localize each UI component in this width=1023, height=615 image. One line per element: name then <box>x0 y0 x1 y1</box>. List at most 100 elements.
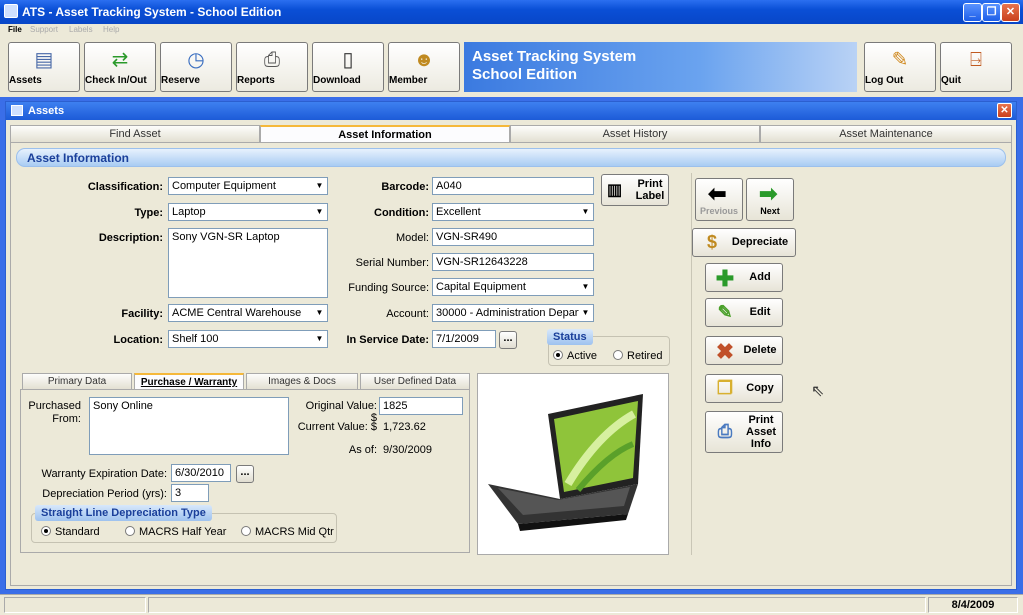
check-in-out-label: Check In/Out <box>85 75 147 86</box>
window-title-bar: ATS - Asset Tracking System - School Edi… <box>0 0 1023 24</box>
model-field[interactable]: VGN-SR490 <box>432 228 594 246</box>
product-banner: Asset Tracking System School Edition <box>464 42 857 92</box>
money-bag-icon: $ <box>706 232 717 252</box>
menu-help[interactable]: Help <box>103 25 119 34</box>
purchased-from-label: Purchased From: <box>28 400 81 425</box>
status-cell-2 <box>148 597 926 613</box>
add-button[interactable]: ✚ Add <box>705 263 783 292</box>
description-textarea[interactable]: Sony VGN-SR Laptop <box>168 228 328 298</box>
plus-icon: ✚ <box>715 266 735 291</box>
reserve-button[interactable]: ◷ Reserve <box>160 42 232 92</box>
original-value-field[interactable]: 1825 <box>379 397 463 415</box>
subtab-primary-data[interactable]: Primary Data <box>22 373 132 389</box>
member-label: Member <box>389 75 428 86</box>
status-title: Status <box>547 329 593 345</box>
classification-select[interactable]: Computer Equipment ▼ <box>168 177 328 195</box>
funding-select[interactable]: Capital Equipment ▼ <box>432 278 594 296</box>
description-label: Description: <box>98 232 163 244</box>
reserve-icon: ◷ <box>187 49 205 71</box>
delete-button[interactable]: ✖ Delete <box>705 336 783 365</box>
barcode-field[interactable]: A040 <box>432 177 594 195</box>
tab-asset-information[interactable]: Asset Information <box>260 125 510 142</box>
status-retired-radio[interactable]: Retired <box>613 350 662 362</box>
warranty-date-picker-button[interactable]: ... <box>236 465 254 483</box>
download-button[interactable]: ▯ Download <box>312 42 384 92</box>
subtab-purchase-warranty[interactable]: Purchase / Warranty <box>134 373 244 389</box>
serial-field[interactable]: VGN-SR12643228 <box>432 253 594 271</box>
as-of-label: As of: <box>348 444 377 456</box>
quit-button[interactable]: ⍈ Quit <box>940 42 1012 92</box>
print-asset-info-button[interactable]: ⎙ Print Asset Info <box>705 411 783 453</box>
handheld-icon: ▯ <box>342 49 354 71</box>
asset-image <box>477 373 669 555</box>
previous-button[interactable]: ⬅ Previous <box>695 178 743 221</box>
reports-button[interactable]: ⎙ Reports <box>236 42 308 92</box>
condition-value: Excellent <box>436 206 481 218</box>
menu-file[interactable]: File <box>8 25 22 34</box>
reports-label: Reports <box>237 75 275 86</box>
assets-icon: ▤ <box>34 49 54 71</box>
classification-value: Computer Equipment <box>172 180 276 192</box>
logout-icon: ✎ <box>891 49 909 71</box>
depreciation-period-field[interactable]: 3 <box>171 484 209 502</box>
banner-line1: Asset Tracking System <box>472 48 637 65</box>
status-active-label: Active <box>567 350 597 362</box>
purchase-warranty-panel: Purchased From: Sony Online Original Val… <box>20 389 470 553</box>
assets-window: Assets ✕ Find Asset Asset Information As… <box>5 101 1017 590</box>
warranty-date-field[interactable]: 6/30/2010 <box>171 464 231 482</box>
macrs-mid-qtr-radio[interactable]: MACRS Mid Qtr <box>241 526 334 538</box>
tab-asset-history[interactable]: Asset History <box>510 125 760 142</box>
type-select[interactable]: Laptop ▼ <box>168 203 328 221</box>
account-label: Account: <box>386 308 429 320</box>
assets-button[interactable]: ▤ Assets <box>8 42 80 92</box>
depreciate-label: Depreciate <box>731 236 789 248</box>
macrs-half-year-label: MACRS Half Year <box>139 526 227 538</box>
laptop-image <box>488 394 643 531</box>
current-value-label: Current Value: $ <box>297 421 377 433</box>
menu-labels[interactable]: Labels <box>69 25 93 34</box>
previous-label: Previous <box>699 206 739 216</box>
exit-door-icon: ⍈ <box>970 49 982 71</box>
macrs-half-year-radio[interactable]: MACRS Half Year <box>125 526 226 538</box>
inservice-date-picker-button[interactable]: ... <box>499 331 517 349</box>
account-select[interactable]: 30000 - Administration Departm ▼ <box>432 304 594 322</box>
tab-asset-maintenance[interactable]: Asset Maintenance <box>760 125 1012 142</box>
add-label: Add <box>749 271 771 283</box>
copy-button[interactable]: ❐ Copy <box>705 374 783 403</box>
subtab-images-docs[interactable]: Images & Docs <box>246 373 358 389</box>
tab-find-asset[interactable]: Find Asset <box>10 125 260 142</box>
logout-button[interactable]: ✎ Log Out <box>864 42 936 92</box>
facility-select[interactable]: ACME Central Warehouse ▼ <box>168 304 328 322</box>
status-active-radio[interactable]: Active <box>553 350 597 362</box>
check-in-out-button[interactable]: ⇄ Check In/Out <box>84 42 156 92</box>
facility-label: Facility: <box>121 308 163 320</box>
location-label: Location: <box>113 334 164 346</box>
subtab-user-defined-data[interactable]: User Defined Data <box>360 373 470 389</box>
window-title: ATS - Asset Tracking System - School Edi… <box>22 5 282 19</box>
chevron-down-icon: ▼ <box>579 280 592 294</box>
inservice-date-field[interactable]: 7/1/2009 <box>432 330 496 348</box>
next-button[interactable]: ➡ Next <box>746 178 794 221</box>
menu-support[interactable]: Support <box>30 25 58 34</box>
depreciate-button[interactable]: $ Depreciate <box>692 228 796 257</box>
delete-label: Delete <box>743 344 777 356</box>
restore-button[interactable]: ❐ <box>982 3 1001 22</box>
assets-window-close-button[interactable]: ✕ <box>997 103 1012 118</box>
current-value: 1,723.62 <box>383 421 426 433</box>
copy-folders-icon: ❐ <box>716 378 734 398</box>
close-button[interactable]: ✕ <box>1001 3 1020 22</box>
type-value: Laptop <box>172 206 206 218</box>
member-button[interactable]: ☻ Member <box>388 42 460 92</box>
standard-radio[interactable]: Standard <box>41 526 100 538</box>
print-label-button[interactable]: ▥ Print Label <box>601 174 669 206</box>
purchased-from-field[interactable]: Sony Online <box>89 397 289 455</box>
depreciation-period-label: Depreciation Period (yrs): <box>42 488 167 500</box>
funding-label: Funding Source: <box>348 282 429 294</box>
minimize-button[interactable]: _ <box>963 3 982 22</box>
radio-checked-icon <box>41 526 51 536</box>
quit-label: Quit <box>941 75 961 86</box>
detail-tabs: Primary Data Purchase / Warranty Images … <box>20 373 470 553</box>
location-select[interactable]: Shelf 100 ▼ <box>168 330 328 348</box>
condition-select[interactable]: Excellent ▼ <box>432 203 594 221</box>
edit-button[interactable]: ✎ Edit <box>705 298 783 327</box>
